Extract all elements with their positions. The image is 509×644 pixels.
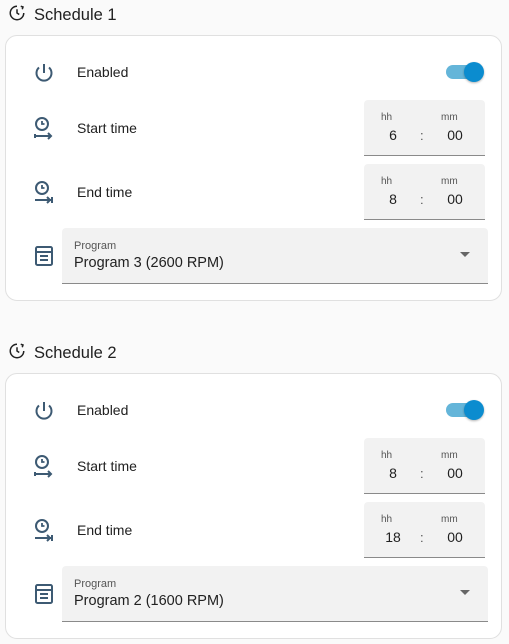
program-label: Program <box>74 240 117 252</box>
schedule-1-card: Enabled Start time hh mm 6 : 00 End time… <box>5 35 502 301</box>
schedule-1-header: Schedule 1 <box>8 3 117 27</box>
dropdown-arrow-icon <box>460 590 470 595</box>
start-time-picker[interactable]: hh mm 8 : 00 <box>364 438 485 494</box>
toggle-thumb <box>464 62 484 82</box>
start-time-picker[interactable]: hh mm 6 : 00 <box>364 100 485 156</box>
program-icon <box>32 582 56 606</box>
enabled-label: Enabled <box>77 402 129 418</box>
end-time-icon <box>32 518 56 542</box>
minute-label: mm <box>441 450 458 461</box>
program-select[interactable]: Program Program 3 (2600 RPM) <box>62 228 488 284</box>
schedule-title: Schedule 1 <box>34 5 117 24</box>
enabled-toggle[interactable] <box>446 400 484 420</box>
end-time-label: End time <box>77 184 133 200</box>
hour-label: hh <box>381 112 393 123</box>
schedule-title: Schedule 2 <box>34 343 117 362</box>
minute-input[interactable]: 00 <box>440 127 470 143</box>
start-time-label: Start time <box>77 120 137 136</box>
start-time-icon <box>32 116 56 140</box>
toggle-thumb <box>464 400 484 420</box>
program-select[interactable]: Program Program 2 (1600 RPM) <box>62 566 488 622</box>
program-icon <box>32 244 56 268</box>
minute-input[interactable]: 00 <box>440 529 470 545</box>
minute-label: mm <box>441 514 458 525</box>
minute-input[interactable]: 00 <box>440 191 470 207</box>
enabled-label: Enabled <box>77 64 129 80</box>
end-time-picker[interactable]: hh mm 18 : 00 <box>364 502 485 558</box>
time-separator: : <box>420 530 424 545</box>
hour-input[interactable]: 8 <box>378 191 408 207</box>
program-label: Program <box>74 578 117 590</box>
end-time-label: End time <box>77 522 133 538</box>
dropdown-arrow-icon <box>460 252 470 257</box>
program-value: Program 2 (1600 RPM) <box>74 593 224 609</box>
time-separator: : <box>420 192 424 207</box>
end-time-icon <box>32 180 56 204</box>
hour-label: hh <box>381 176 393 187</box>
schedule-2-header: Schedule 2 <box>8 341 117 365</box>
end-time-picker[interactable]: hh mm 8 : 00 <box>364 164 485 220</box>
enabled-toggle[interactable] <box>446 62 484 82</box>
minute-label: mm <box>441 176 458 187</box>
minute-input[interactable]: 00 <box>440 465 470 481</box>
time-separator: : <box>420 128 424 143</box>
start-time-icon <box>32 454 56 478</box>
power-icon <box>32 399 56 423</box>
program-value: Program 3 (2600 RPM) <box>74 255 224 271</box>
hour-label: hh <box>381 450 393 461</box>
power-icon <box>32 61 56 85</box>
hour-input[interactable]: 18 <box>378 529 408 545</box>
time-separator: : <box>420 466 424 481</box>
hour-input[interactable]: 8 <box>378 465 408 481</box>
clock-history-icon <box>8 4 26 27</box>
clock-history-icon <box>8 342 26 365</box>
minute-label: mm <box>441 112 458 123</box>
hour-input[interactable]: 6 <box>378 127 408 143</box>
schedule-2-card: Enabled Start time hh mm 8 : 00 End time… <box>5 373 502 639</box>
start-time-label: Start time <box>77 458 137 474</box>
hour-label: hh <box>381 514 393 525</box>
